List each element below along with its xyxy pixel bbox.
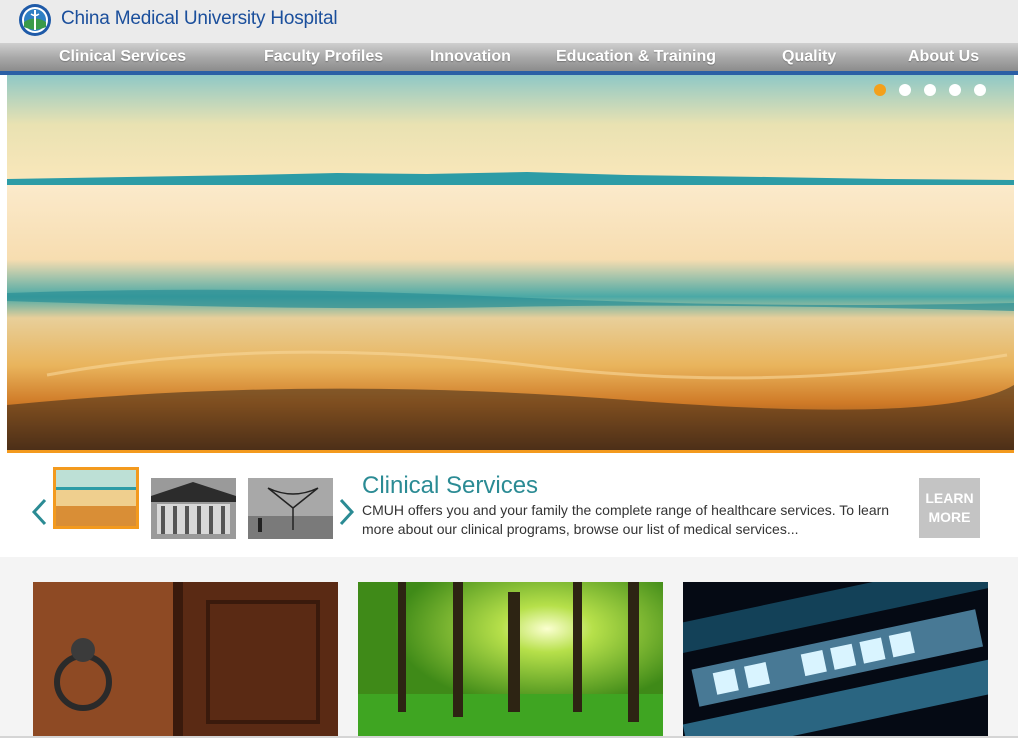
learn-more-button[interactable]: LEARN MORE (919, 478, 980, 538)
learn-more-label-line1: LEARN (925, 490, 974, 506)
chevron-left-icon[interactable] (30, 497, 48, 527)
nav-item-clinical-services[interactable]: Clinical Services (59, 43, 186, 71)
tile-boarding-display[interactable] (683, 582, 988, 738)
tile-wooden-door[interactable] (33, 582, 338, 738)
nav-item-quality[interactable]: Quality (782, 43, 836, 71)
slide-dot-1[interactable] (874, 84, 886, 96)
chevron-right-icon[interactable] (338, 497, 356, 527)
thumbnail-fishing-net[interactable] (248, 478, 333, 539)
cmuh-seal-icon[interactable] (18, 3, 52, 37)
hero-slide-image[interactable] (7, 75, 1014, 451)
feature-title: Clinical Services (362, 472, 539, 499)
nav-item-education-training[interactable]: Education & Training (556, 43, 716, 71)
slide-dot-5[interactable] (974, 84, 986, 96)
tile-green-forest[interactable] (358, 582, 663, 738)
nav-item-faculty-profiles[interactable]: Faculty Profiles (264, 43, 383, 71)
thumbnail-seascape[interactable] (53, 467, 139, 529)
learn-more-label-line2: MORE (928, 509, 971, 525)
slide-dot-4[interactable] (949, 84, 961, 96)
thumbnail-temple[interactable] (151, 478, 236, 539)
slide-dot-2[interactable] (899, 84, 911, 96)
feature-description: CMUH offers you and your family the comp… (362, 502, 890, 537)
nav-item-innovation[interactable]: Innovation (430, 43, 511, 71)
site-title[interactable]: China Medical University Hospital (61, 8, 338, 30)
slide-dot-3[interactable] (924, 84, 936, 96)
nav-item-about-us[interactable]: About Us (908, 43, 979, 71)
